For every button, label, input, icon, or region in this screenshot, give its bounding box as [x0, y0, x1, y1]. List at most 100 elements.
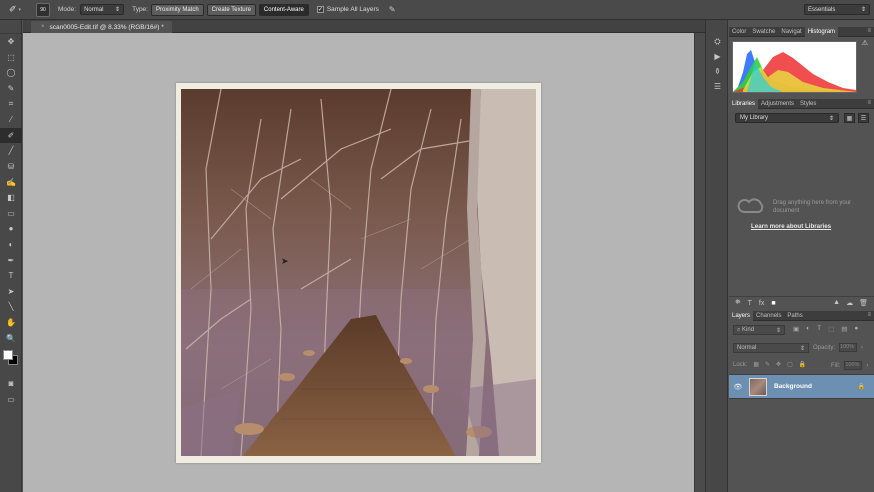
panel-menu-icon[interactable]: ≡: [867, 100, 871, 106]
pixel-filter-icon[interactable]: ▣: [793, 325, 799, 333]
mode-select[interactable]: Normal ⇕: [80, 4, 125, 15]
type-icon[interactable]: T: [0, 268, 22, 284]
tab-channels[interactable]: Channels: [753, 311, 784, 321]
eraser-icon[interactable]: ◧: [0, 190, 22, 206]
crop-icon[interactable]: ⌗: [0, 96, 22, 112]
panel-menu-icon[interactable]: ≡: [867, 312, 871, 318]
properties-icon[interactable]: ⛭: [706, 34, 729, 49]
tool-preset-picker[interactable]: ✐ ▾: [0, 1, 30, 19]
fill-label: Fill:: [831, 362, 841, 369]
quick-mask-icon[interactable]: ◙: [0, 376, 22, 392]
document-title: scan0005-Edit.tif @ 8.33% (RGB/16#) *: [49, 23, 164, 31]
opacity-field[interactable]: 100%: [839, 343, 858, 352]
tab-libraries[interactable]: Libraries: [729, 98, 759, 109]
add-foreground-color-icon[interactable]: ■: [771, 300, 775, 307]
layer-row-background[interactable]: 👁 Background 🔒: [729, 374, 874, 399]
vertical-scrollbar[interactable]: [694, 33, 705, 492]
zoom-icon[interactable]: 🔍: [0, 330, 22, 346]
brush-size-picker[interactable]: 90: [36, 2, 50, 17]
stock-icon[interactable]: ▲: [833, 299, 840, 307]
quick-select-icon[interactable]: ✎: [0, 81, 22, 97]
path-select-icon[interactable]: ➤: [0, 284, 22, 300]
sync-cloud-icon[interactable]: ☁: [846, 299, 853, 307]
library-select[interactable]: My Library ⇕: [735, 113, 839, 123]
lasso-icon[interactable]: ◯: [0, 65, 22, 81]
chevron-updown-icon: ⇕: [775, 327, 781, 334]
dodge-icon[interactable]: ◐: [0, 237, 22, 253]
close-icon[interactable]: ×: [41, 24, 45, 30]
filter-toggle-icon[interactable]: ●: [854, 325, 858, 333]
hand-icon[interactable]: ✋: [0, 315, 22, 331]
add-layer-style-icon[interactable]: fx: [759, 300, 764, 307]
strip-icon-list: ⛭ ▶ ⚱ ☰: [706, 34, 727, 94]
tab-adjustments[interactable]: Adjustments: [758, 99, 797, 109]
brush-icon[interactable]: ╱: [0, 143, 22, 159]
type-filter-icon[interactable]: T: [817, 325, 821, 333]
layer-thumbnail[interactable]: [749, 377, 767, 396]
pen-icon[interactable]: ✒: [0, 252, 22, 268]
learn-more-libraries-link[interactable]: Learn more about Libraries: [751, 223, 831, 230]
tools-panel-grip[interactable]: [0, 20, 21, 34]
fill-field[interactable]: 100%: [844, 361, 863, 370]
lock-image-icon[interactable]: ✎: [765, 361, 770, 368]
lock-artboard-icon[interactable]: ▢: [787, 361, 793, 368]
opacity-label: Opacity:: [813, 344, 836, 351]
layer-filter-kind-select[interactable]: ⌕ Kind ⇕: [733, 325, 785, 335]
panel-options-icon[interactable]: ☰: [706, 79, 729, 94]
proximity-match-button[interactable]: Proximity Match: [150, 3, 204, 16]
sample-all-layers-checkbox[interactable]: ✓ Sample All Layers: [316, 6, 379, 13]
tab-paths[interactable]: Paths: [784, 311, 805, 321]
screen-mode-icon[interactable]: ▭: [0, 391, 22, 407]
foreground-color-swatch[interactable]: [3, 349, 13, 360]
cache-warning-icon[interactable]: ⚠: [862, 39, 868, 47]
grid-view-icon[interactable]: ▦: [844, 113, 855, 123]
strip-grip[interactable]: [706, 20, 727, 34]
tab-swatches[interactable]: Swatche: [749, 27, 778, 37]
clone-stamp-icon[interactable]: ⛁: [0, 159, 22, 175]
fill-control: Fill: 100% ›: [831, 361, 868, 370]
mouse-cursor-icon: ➤: [281, 256, 289, 266]
trash-icon[interactable]: 🗑: [859, 299, 868, 307]
type-label: Type:: [132, 6, 148, 13]
lock-position-icon[interactable]: ✥: [776, 361, 781, 368]
visibility-eye-icon[interactable]: 👁: [729, 383, 747, 391]
smart-object-filter-icon[interactable]: ▤: [841, 325, 847, 333]
blur-icon[interactable]: ●: [0, 221, 22, 237]
layer-name[interactable]: Background: [774, 383, 812, 390]
pressure-size-icon[interactable]: ✎: [389, 5, 396, 14]
color-swatches[interactable]: [0, 346, 21, 376]
tab-histogram[interactable]: Histogram: [804, 26, 839, 37]
shape-filter-icon[interactable]: ⬚: [828, 325, 834, 333]
layers-panel: Layers Channels Paths ≡ ⌕ Kind ⇕ ▣ ◐ T ⬚…: [729, 310, 874, 492]
history-brush-icon[interactable]: ✍: [0, 174, 22, 190]
marquee-icon[interactable]: ⬚: [0, 50, 22, 66]
adjustment-filter-icon[interactable]: ◐: [806, 325, 810, 333]
add-character-style-icon[interactable]: T: [748, 300, 752, 307]
lock-transparent-icon[interactable]: ▦: [753, 361, 759, 368]
create-texture-button[interactable]: Create Texture: [206, 3, 256, 16]
gradient-icon[interactable]: ▭: [0, 206, 22, 222]
chevron-right-icon[interactable]: ›: [861, 345, 863, 351]
eyedropper-icon[interactable]: ⁄: [0, 112, 22, 128]
clone-source-icon[interactable]: ⚱: [706, 64, 729, 79]
add-graphic-icon[interactable]: ⛯: [735, 299, 741, 307]
line-icon[interactable]: ╲: [0, 299, 22, 315]
lock-all-icon[interactable]: 🔒: [799, 361, 806, 368]
blend-mode-select[interactable]: Normal ⇕: [733, 343, 809, 353]
canvas-area[interactable]: ➤: [23, 33, 694, 492]
move-icon[interactable]: ✥: [0, 34, 22, 50]
list-view-icon[interactable]: ☰: [858, 113, 869, 123]
workspace-select[interactable]: Essentials ⇕: [804, 4, 870, 15]
panel-menu-icon[interactable]: ≡: [867, 28, 871, 34]
tab-styles[interactable]: Styles: [797, 99, 819, 109]
play-action-icon[interactable]: ▶: [706, 49, 729, 64]
tab-layers[interactable]: Layers: [729, 310, 754, 321]
tab-navigator[interactable]: Navigat: [778, 27, 804, 37]
document-canvas[interactable]: [176, 83, 541, 463]
chevron-right-icon[interactable]: ›: [866, 363, 868, 369]
spot-healing-brush-icon[interactable]: ✐: [0, 127, 22, 144]
content-aware-button[interactable]: Content-Aware: [258, 3, 309, 16]
tab-color[interactable]: Color: [729, 27, 749, 37]
inverted-forest-boardwalk-photo[interactable]: [181, 89, 536, 456]
document-tab[interactable]: × scan0005-Edit.tif @ 8.33% (RGB/16#) *: [31, 21, 172, 33]
